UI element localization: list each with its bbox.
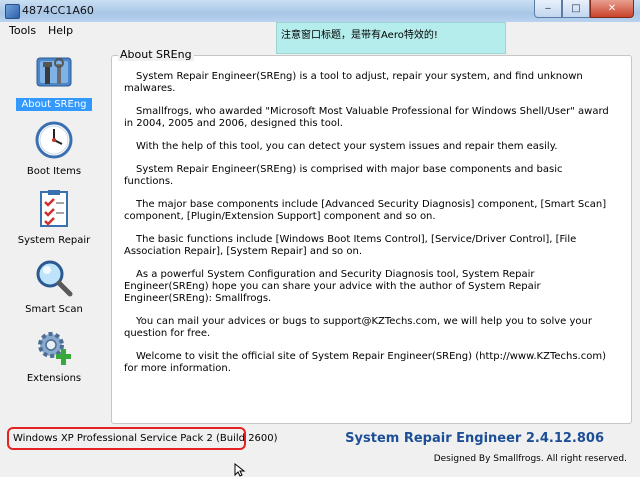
- sidebar-item-label: Smart Scan: [25, 304, 83, 315]
- sidebar-item-label: System Repair: [17, 235, 91, 246]
- sidebar-item-about[interactable]: About SREng: [10, 48, 98, 114]
- gear-plus-icon: [38, 332, 71, 365]
- close-button[interactable]: ✕: [590, 0, 634, 18]
- minimize-button[interactable]: ‒: [534, 0, 562, 18]
- about-paragraph: Welcome to visit the official site of Sy…: [124, 351, 606, 374]
- app-window: 4874CC1A60 ‒ □ ✕ Tools Help 注意窗口标题，是带有Ae…: [0, 0, 640, 477]
- caption-buttons: ‒ □ ✕: [534, 0, 634, 18]
- about-paragraph: System Repair Engineer(SREng) is a tool …: [124, 71, 583, 94]
- about-paragraph: The basic functions include [Windows Boo…: [124, 234, 577, 257]
- mouse-cursor-icon: [234, 463, 246, 477]
- checklist-icon: [40, 190, 68, 227]
- sidebar-item-smart-scan[interactable]: Smart Scan: [10, 254, 98, 320]
- app-icon: [5, 4, 20, 19]
- maximize-button[interactable]: □: [562, 0, 590, 18]
- menu-tools[interactable]: Tools: [6, 24, 39, 37]
- about-paragraph: You can mail your advices or bugs to sup…: [124, 316, 592, 339]
- about-paragraph: Smallfrogs, who awarded "Microsoft Most …: [124, 106, 609, 129]
- os-version: Windows XP Professional Service Pack 2 (…: [13, 433, 278, 444]
- clock-icon: [35, 121, 73, 159]
- sidebar-item-label: Boot Items: [26, 166, 82, 177]
- sidebar: About SREng Boot Items System Repair Sma…: [0, 44, 108, 424]
- aero-note: 注意窗口标题，是带有Aero特效的!: [276, 22, 506, 54]
- sidebar-item-label: About SREng: [16, 98, 92, 111]
- about-paragraph: With the help of this tool, you can dete…: [136, 141, 558, 152]
- sidebar-item-label: Extensions: [26, 373, 82, 384]
- sidebar-item-boot-items[interactable]: Boot Items: [10, 116, 98, 182]
- title-bar[interactable]: 4874CC1A60 ‒ □ ✕: [0, 0, 640, 23]
- about-paragraph: The major base components include [Advan…: [124, 199, 607, 222]
- sidebar-item-system-repair[interactable]: System Repair: [10, 185, 98, 251]
- about-paragraph: System Repair Engineer(SREng) is compris…: [124, 164, 563, 187]
- about-text: System Repair Engineer(SREng) is a tool …: [124, 71, 614, 386]
- product-name: System Repair Engineer 2.4.12.806: [345, 431, 604, 446]
- magnifier-icon: [36, 260, 73, 297]
- about-panel-title: About SREng: [118, 48, 194, 61]
- window-title: 4874CC1A60: [22, 4, 94, 17]
- sidebar-item-extensions[interactable]: Extensions: [10, 323, 98, 389]
- designer-credit: Designed By Smallfrogs. All right reserv…: [433, 454, 627, 464]
- about-paragraph: As a powerful System Configuration and S…: [124, 269, 541, 304]
- tools-icon: [36, 57, 72, 87]
- menu-help[interactable]: Help: [45, 24, 76, 37]
